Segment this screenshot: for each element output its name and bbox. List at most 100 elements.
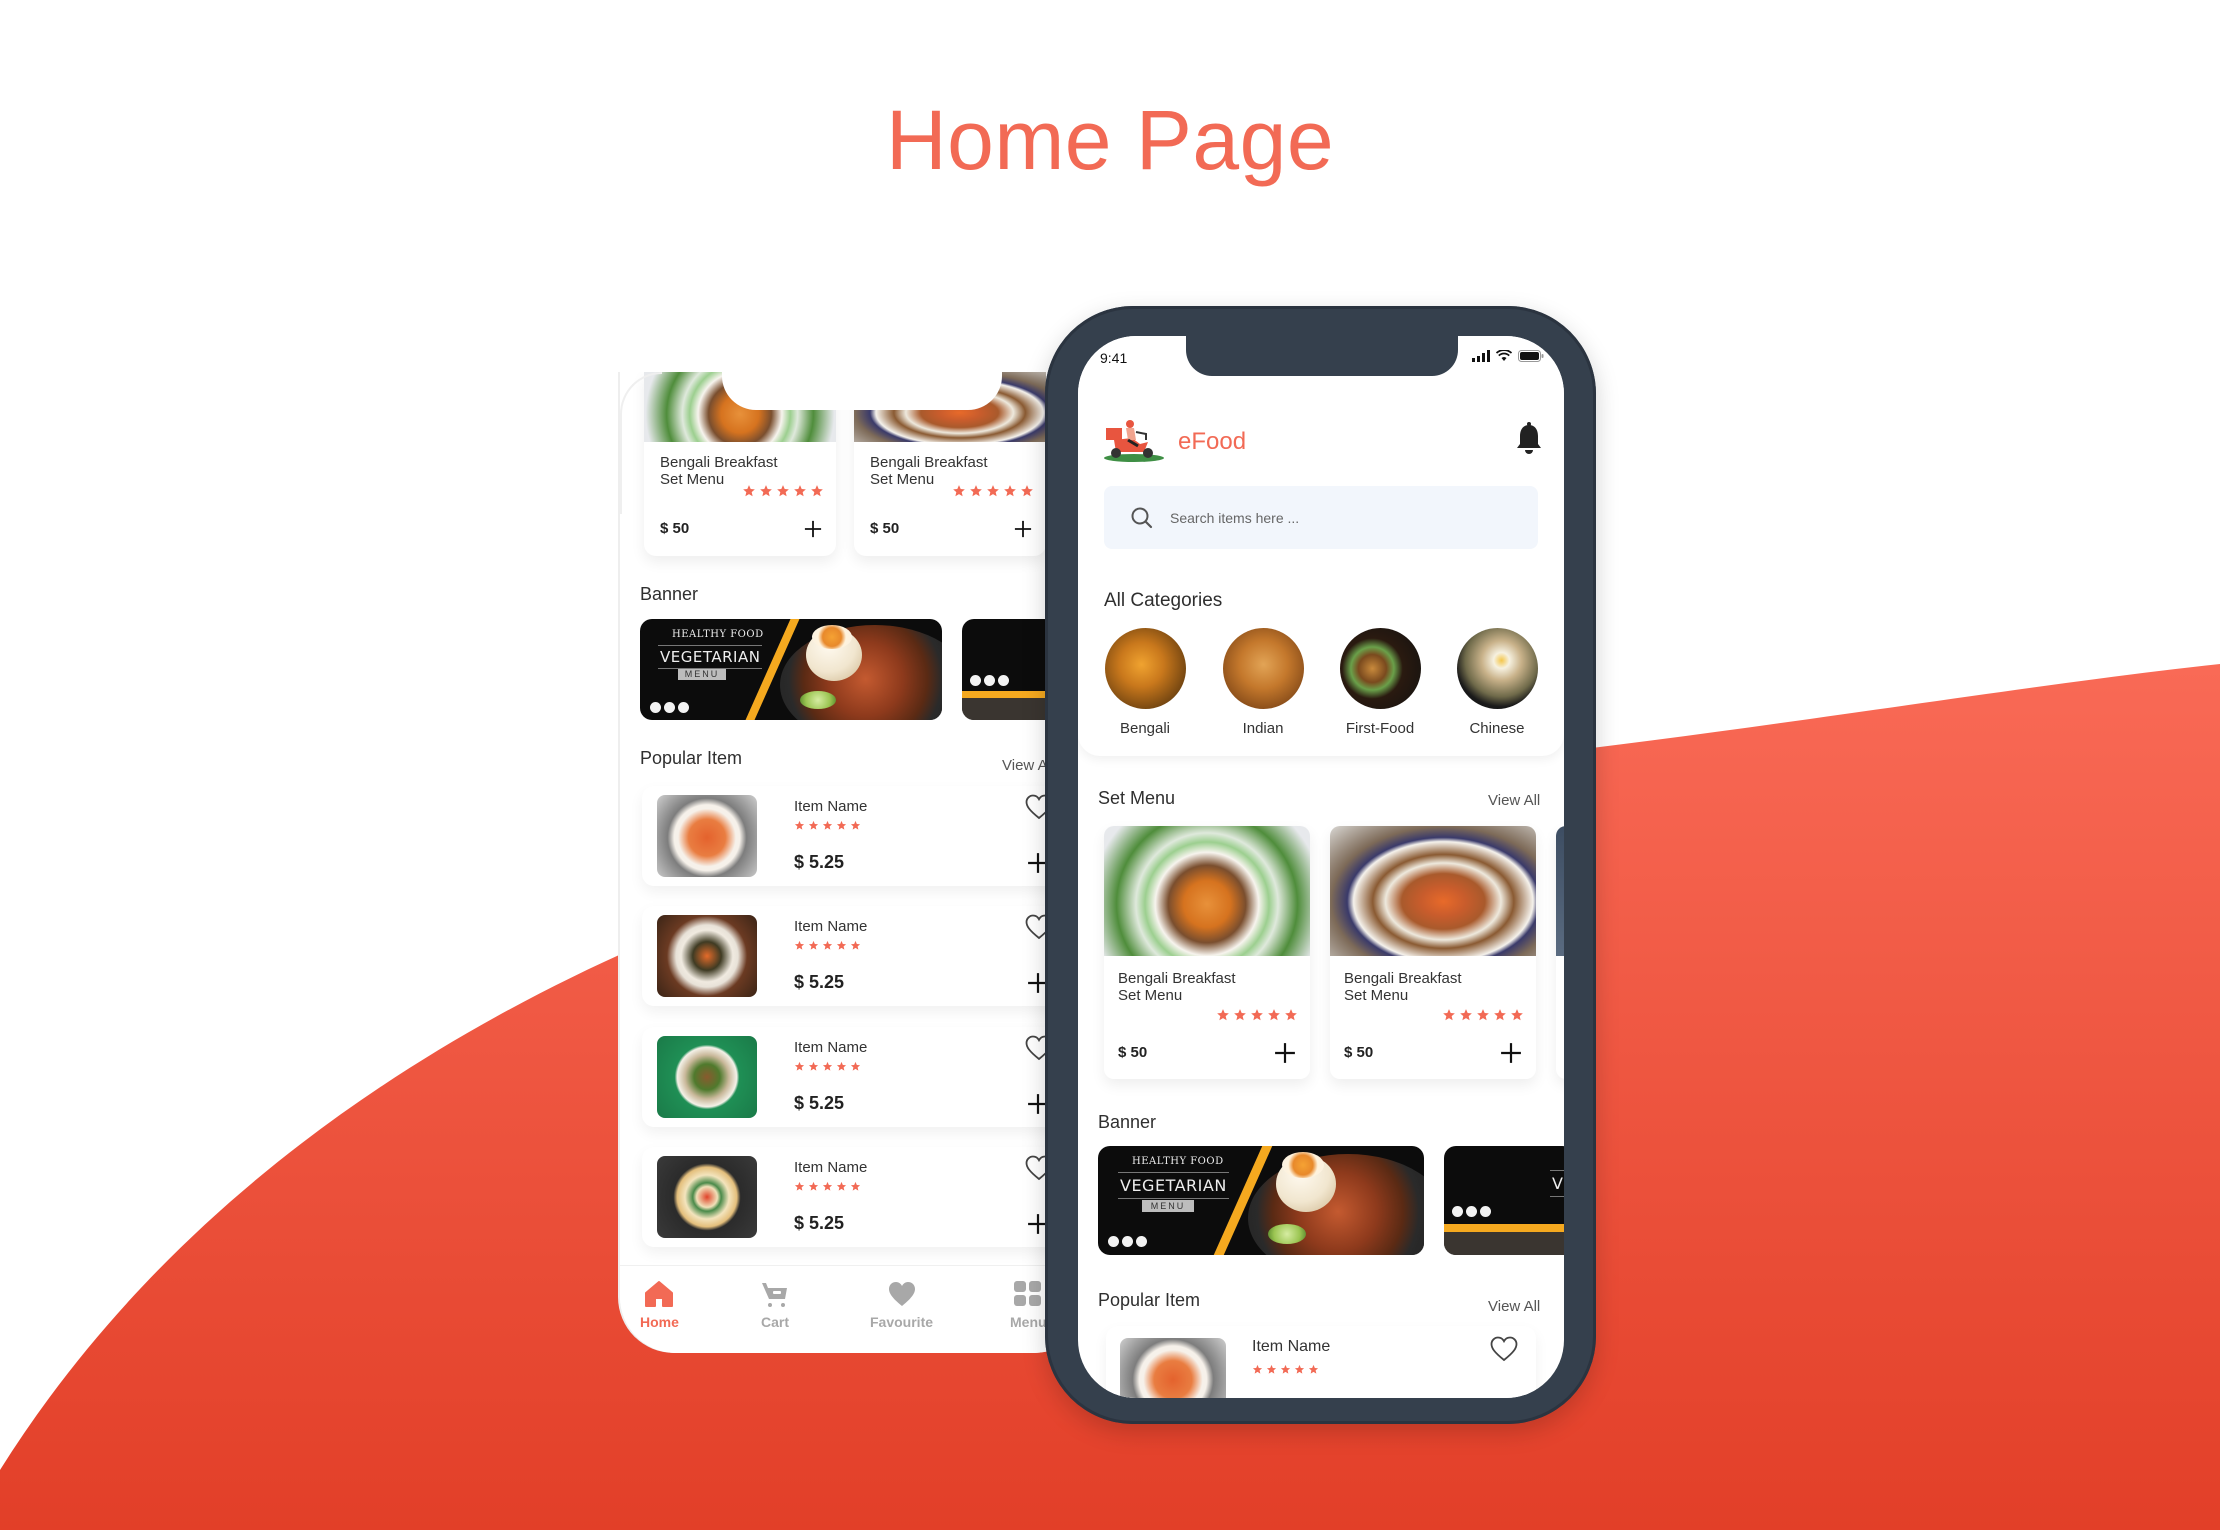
social-icons [650, 702, 689, 713]
star-icon [953, 485, 965, 497]
set-menu-card[interactable]: Bengali Breakfast Set Menu $ 50 [1104, 826, 1310, 1079]
popular-item[interactable]: Item Name $ 5.25 [642, 786, 1090, 886]
plus-icon[interactable] [1274, 1042, 1296, 1064]
category-indian[interactable]: Indian [1218, 628, 1308, 737]
bottom-navigation: Home Cart Favourite Menu [620, 1265, 1090, 1353]
signal-icon [1472, 350, 1490, 362]
star-icon [808, 1061, 819, 1071]
phone-notch [722, 372, 1002, 410]
banner-section-title: Banner [1098, 1112, 1157, 1132]
rating-stars [794, 820, 861, 831]
set-menu-item-name: Bengali Breakfast Set Menu [870, 454, 988, 488]
home-icon [645, 1281, 674, 1307]
plus-icon[interactable] [1014, 520, 1032, 538]
phone-screen-home: 9:41 eFood Search items here ... All Cat… [1078, 336, 1564, 1398]
rating-stars [1252, 1364, 1319, 1375]
banner-card[interactable]: HEALTHY FOOD VEGETARIAN MENU [1098, 1146, 1424, 1255]
star-icon [822, 820, 833, 830]
popular-item-price: $ 5.25 [794, 1093, 845, 1113]
home-header-card: 9:41 eFood Search items here ... All Cat… [1078, 336, 1564, 756]
banner-section-title: Banner [640, 584, 699, 604]
set-menu-view-all-link[interactable]: View All [1488, 792, 1540, 809]
star-icon [1460, 1009, 1472, 1021]
popular-section-title: Popular Item [1098, 1290, 1201, 1310]
popular-item[interactable]: Item Name $ 5.25 [642, 906, 1090, 1006]
category-image [1456, 628, 1538, 709]
popular-view-all-link[interactable]: View A [1002, 757, 1048, 774]
set-menu-card-peek[interactable] [1556, 826, 1564, 1079]
banner-tag: MENU [1142, 1200, 1194, 1212]
star-icon [777, 485, 789, 497]
banner-stripe [1444, 1224, 1564, 1232]
star-icon [987, 485, 999, 497]
popular-item-price: $ 5.25 [794, 972, 845, 992]
category-label: First-Food [1345, 720, 1415, 737]
heart-icon [888, 1282, 915, 1306]
set-menu-item-name: Bengali Breakfast Set Menu [1118, 970, 1236, 1004]
category-image [1222, 628, 1304, 709]
banner-card[interactable]: VE [1444, 1146, 1564, 1255]
category-first-food[interactable]: First-Food [1335, 628, 1425, 737]
popular-item-name: Item Name [794, 1159, 868, 1176]
nav-item-home[interactable]: Home [640, 1280, 679, 1330]
set-menu-item-price: $ 50 [870, 520, 900, 537]
banner-headline: VEGETARIAN [1118, 1172, 1229, 1199]
banner-headline: VEGETARIAN [658, 645, 763, 669]
nav-label: Favourite [870, 1314, 934, 1330]
banner-egg [812, 625, 852, 649]
popular-item-name: Item Name [794, 798, 868, 815]
star-icon [760, 485, 772, 497]
food-image [657, 915, 757, 997]
star-icon [850, 1181, 861, 1191]
food-image [657, 1156, 757, 1238]
star-icon [836, 1181, 847, 1191]
rating-stars [1216, 1008, 1298, 1022]
heart-outline-icon[interactable] [1490, 1336, 1518, 1362]
star-icon [836, 1061, 847, 1071]
phone-notch [1186, 336, 1458, 376]
wifi-icon [1496, 350, 1512, 361]
star-icon [1294, 1364, 1305, 1374]
star-icon [1252, 1364, 1263, 1374]
search-field[interactable] [1104, 486, 1538, 549]
banner-kicker: HEALTHY FOOD [672, 629, 764, 640]
category-chinese[interactable]: Chinese [1452, 628, 1542, 737]
set-menu-card[interactable]: Bengali Breakfast Set Menu $ 50 [1330, 826, 1536, 1079]
star-icon [794, 1181, 805, 1191]
popular-item[interactable]: Item Name $ 5.25 [642, 1027, 1090, 1127]
popular-view-all-link[interactable]: View All [1488, 1298, 1540, 1315]
nav-label: Cart [760, 1314, 789, 1330]
food-image [1330, 826, 1536, 956]
set-menu-item-price: $ 50 [660, 520, 690, 537]
banner-food [1444, 1232, 1564, 1255]
set-menu-section-title: Set Menu [1098, 788, 1176, 808]
food-image [657, 1036, 757, 1118]
plus-icon[interactable] [1500, 1042, 1522, 1064]
plus-icon[interactable] [804, 520, 822, 538]
star-icon [808, 820, 819, 830]
status-time: 9:41 [1100, 350, 1128, 366]
nav-item-favourite[interactable]: Favourite [870, 1280, 933, 1330]
nav-item-menu[interactable]: Menu [1010, 1280, 1047, 1330]
page-title: Home Page [885, 93, 1335, 187]
popular-item[interactable]: Item Name [1106, 1326, 1536, 1398]
star-icon [1234, 1009, 1246, 1021]
social-icons [970, 675, 1009, 686]
banner-card[interactable]: HEALTHY FOOD VEGETARIAN MENU [640, 619, 942, 720]
set-menu-carousel[interactable]: Bengali Breakfast Set Menu $ 50 Bengali … [1104, 826, 1564, 1079]
popular-item[interactable]: Item Name $ 5.25 [642, 1147, 1090, 1247]
star-icon [1477, 1009, 1489, 1021]
star-icon [1004, 485, 1016, 497]
rating-stars [952, 484, 1034, 498]
star-icon [836, 820, 847, 830]
category-image [1339, 628, 1421, 709]
star-icon [808, 1181, 819, 1191]
search-input[interactable] [1170, 486, 1520, 549]
social-icons [1452, 1206, 1491, 1217]
bell-icon[interactable] [1516, 422, 1542, 456]
star-icon [1443, 1009, 1455, 1021]
star-icon [1285, 1009, 1297, 1021]
category-bengali[interactable]: Bengali [1100, 628, 1190, 737]
star-icon [794, 820, 805, 830]
nav-item-cart[interactable]: Cart [760, 1280, 790, 1330]
